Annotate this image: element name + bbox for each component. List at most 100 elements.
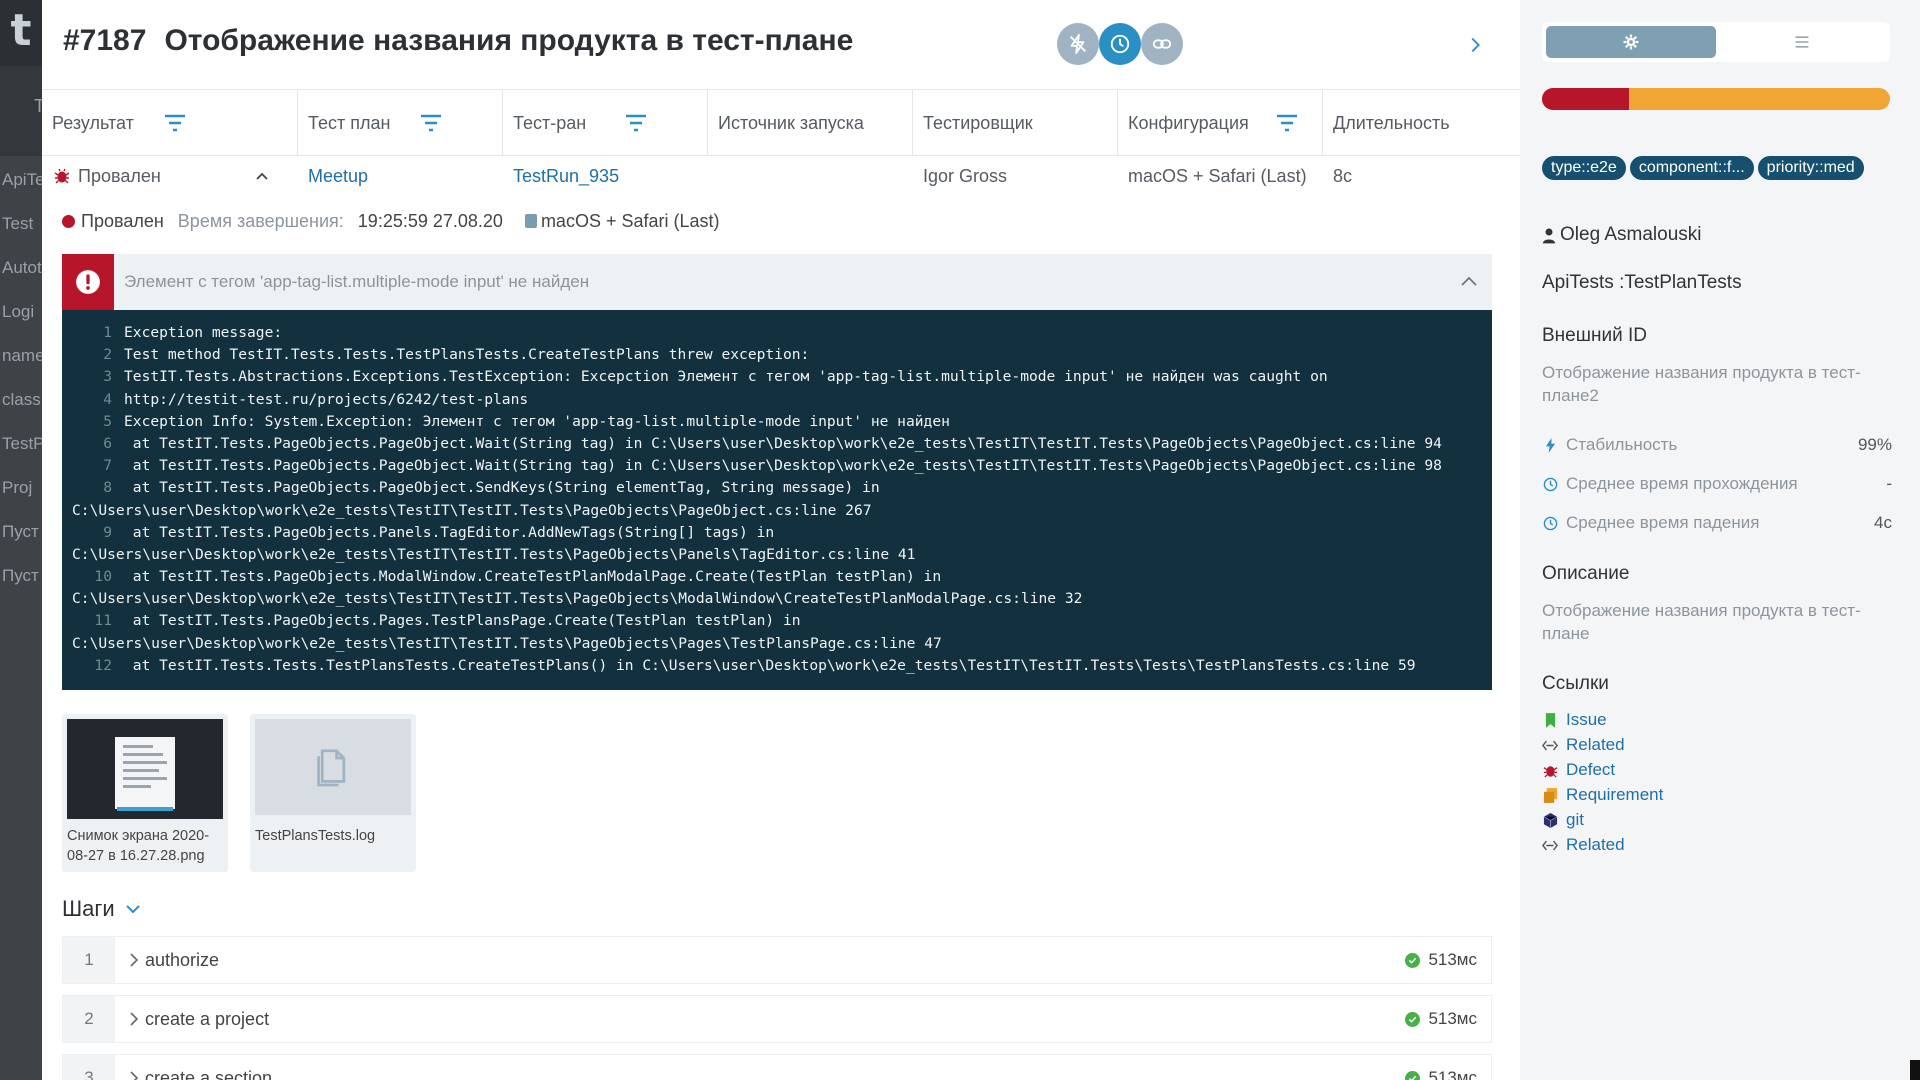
- link-related[interactable]: Related: [1542, 833, 1625, 857]
- line-number: 2: [103, 346, 112, 364]
- status-dot: [62, 214, 75, 228]
- link-git[interactable]: git: [1542, 808, 1584, 832]
- finish-time: 19:25:59 27.08.20: [357, 210, 503, 231]
- clock-icon: [1542, 476, 1558, 492]
- step-item[interactable]: 2 create a project 513мс: [62, 995, 1492, 1043]
- chevron-right-icon: [130, 1012, 139, 1026]
- gear-icon: [1623, 34, 1639, 50]
- history-button[interactable]: [1099, 23, 1141, 65]
- cell-duration: 8с: [1333, 166, 1353, 186]
- column-result[interactable]: Результат: [42, 90, 298, 156]
- step-duration: 513мс: [1405, 1055, 1477, 1080]
- column-test-run[interactable]: Тест-ран: [503, 90, 708, 156]
- steps-toggle[interactable]: Шаги: [62, 896, 143, 922]
- step-duration: 513мс: [1405, 937, 1477, 983]
- list-tab[interactable]: [1718, 26, 1886, 58]
- background-item: Logi: [2, 302, 35, 321]
- stack-trace: 1 Exception message: 2 Test method TestIT.T…: [62, 310, 1492, 690]
- details-sidebar: type::e2e component::f... priority::med Ol…: [1520, 0, 1920, 1080]
- filter-icon[interactable]: [625, 114, 647, 132]
- finish-time-label: Время завершения:: [177, 210, 344, 231]
- link-related[interactable]: Related: [1542, 733, 1625, 757]
- attachment-image[interactable]: Снимок экрана 2020-08-27 в 16.27.28.png: [62, 714, 228, 872]
- line-number: 3: [103, 368, 112, 386]
- stack-trace-line: C:\Users\user\Desktop\work\e2e_tests\Tes…: [62, 633, 1492, 655]
- background-item: Пуст: [2, 566, 39, 585]
- stack-trace-line: 7 at TestIT.Tests.PageObjects.PageObject…: [62, 455, 1492, 477]
- next-button[interactable]: [1460, 30, 1490, 60]
- metric-avg-pass-time: Среднее время прохождения -: [1542, 472, 1892, 496]
- link-requirement[interactable]: Requirement: [1542, 783, 1663, 807]
- flaky-toggle-button[interactable]: [1057, 23, 1099, 65]
- bookmark-icon: [1542, 712, 1558, 728]
- chevron-right-icon: [130, 1071, 139, 1080]
- line-number: 6: [103, 434, 112, 452]
- attachment-file[interactable]: TestPlansTests.log: [250, 714, 416, 872]
- test-plan-link[interactable]: Meetup: [308, 166, 368, 186]
- attachment-name: Снимок экрана 2020-08-27 в 16.27.28.png: [67, 828, 210, 864]
- passed-icon: [1405, 952, 1421, 968]
- copy-link-button[interactable]: [1141, 23, 1183, 65]
- cell-test-run[interactable]: TestRun_935: [503, 156, 619, 196]
- tag[interactable]: component::f...: [1629, 156, 1754, 180]
- settings-tab[interactable]: [1546, 26, 1716, 58]
- chevron-up-icon[interactable]: [1458, 271, 1480, 293]
- background-item: ApiTe: [2, 170, 42, 189]
- column-tester[interactable]: Тестировщик: [913, 90, 1118, 156]
- result-details: Провален Время завершения: 19:25:59 27.0…: [62, 208, 720, 234]
- link-issue[interactable]: Issue: [1542, 708, 1607, 732]
- line-number: 11: [94, 612, 112, 630]
- tag[interactable]: type::e2e: [1542, 156, 1626, 180]
- cell-test-plan[interactable]: Meetup: [298, 156, 368, 196]
- column-test-plan[interactable]: Тест план: [298, 90, 503, 156]
- line-number: 4: [103, 390, 112, 408]
- user-icon: [1542, 228, 1556, 243]
- clock-icon: [1110, 34, 1130, 54]
- background-item: Autot: [2, 258, 42, 277]
- namespace: ApiTests :TestPlanTests: [1542, 272, 1742, 293]
- line-text: at TestIT.Tests.PageObjects.ModalWindow.…: [124, 568, 942, 586]
- error-icon: [62, 254, 114, 310]
- stack-trace-line: 11 at TestIT.Tests.PageObjects.Pages.Tes…: [62, 610, 1492, 632]
- line-text: C:\Users\user\Desktop\work\e2e_tests\Tes…: [72, 501, 872, 519]
- filter-icon[interactable]: [420, 114, 442, 132]
- line-number: 10: [94, 568, 112, 586]
- filter-icon[interactable]: [164, 114, 186, 132]
- attachment-thumbnail: [67, 719, 223, 819]
- column-source[interactable]: Источник запуска: [708, 90, 913, 156]
- error-message: Элемент с тегом 'app-tag-list.multiple-m…: [124, 272, 590, 291]
- step-item[interactable]: 3 create a section 513мс: [62, 1054, 1492, 1080]
- test-number: #7187: [63, 24, 147, 57]
- tag[interactable]: priority::med: [1757, 156, 1864, 180]
- modal-header: #7187 Отображение названия продукта в тес…: [42, 0, 1520, 90]
- background-item: name: [2, 346, 42, 365]
- test-run-link[interactable]: TestRun_935: [513, 166, 619, 186]
- lightning-off-icon: [1070, 33, 1086, 55]
- table-row[interactable]: Провален Meetup TestRun_935 Igor Gross m…: [42, 156, 1520, 196]
- code-link-icon: [1542, 837, 1558, 853]
- chevron-up-icon[interactable]: [254, 168, 270, 184]
- step-duration: 513мс: [1405, 996, 1477, 1042]
- chevron-right-icon: [130, 953, 139, 967]
- passed-icon: [1405, 1011, 1421, 1027]
- app-logo: t: [0, 0, 42, 66]
- stack-trace-line: 6 at TestIT.Tests.PageObjects.PageObject…: [62, 433, 1492, 455]
- column-duration[interactable]: Длительность: [1323, 90, 1520, 156]
- line-text: C:\Users\user\Desktop\work\e2e_tests\Tes…: [72, 545, 916, 563]
- bug-icon: [1542, 762, 1558, 778]
- line-text: C:\Users\user\Desktop\work\e2e_tests\Tes…: [72, 590, 1083, 608]
- stack-trace-line: C:\Users\user\Desktop\work\e2e_tests\Tes…: [62, 500, 1492, 522]
- stack-trace-line: C:\Users\user\Desktop\work\e2e_tests\Tes…: [62, 544, 1492, 566]
- stack-trace-line: 4 http://testit-test.ru/projects/6242/tes…: [62, 389, 1492, 411]
- line-number: 12: [94, 656, 112, 674]
- filter-icon[interactable]: [1276, 114, 1298, 132]
- step-item[interactable]: 1 authorize 513мс: [62, 936, 1492, 984]
- step-number: 3: [63, 1055, 115, 1080]
- column-configuration[interactable]: Конфигурация: [1118, 90, 1323, 156]
- line-number: 7: [103, 457, 112, 475]
- clock-icon: [1542, 515, 1558, 531]
- error-header[interactable]: Элемент с тегом 'app-tag-list.multiple-m…: [62, 254, 1492, 310]
- background-item: Test: [2, 214, 34, 233]
- stack-trace-line: 10 at TestIT.Tests.PageObjects.ModalWind…: [62, 566, 1492, 588]
- link-defect[interactable]: Defect: [1542, 758, 1615, 782]
